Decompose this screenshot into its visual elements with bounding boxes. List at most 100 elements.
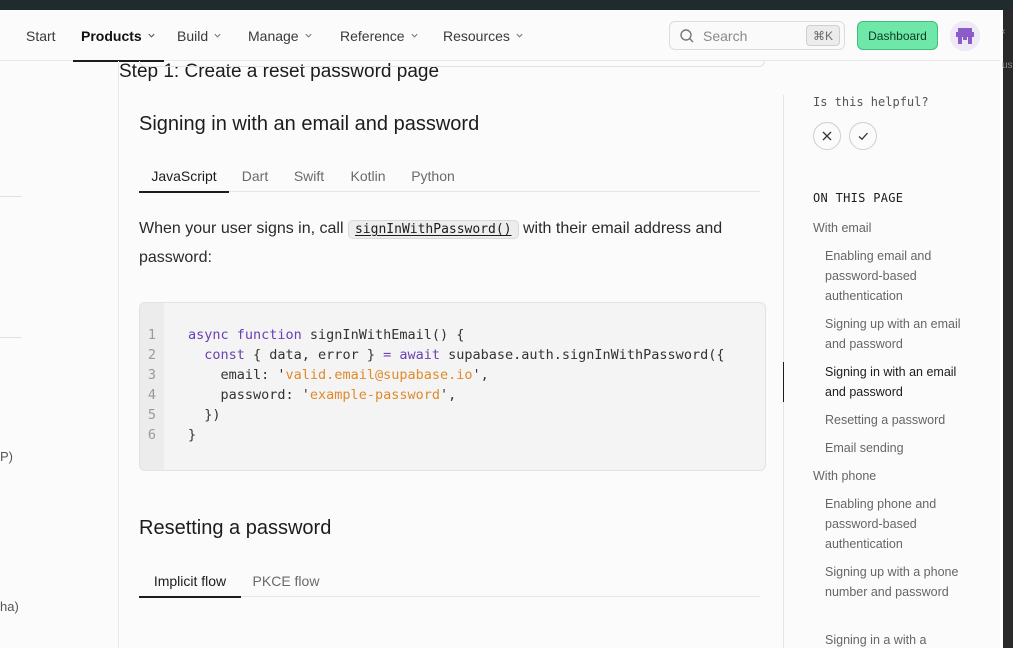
- code-token: const: [204, 347, 245, 363]
- dashboard-button[interactable]: Dashboard: [857, 21, 938, 50]
- code-text: }: [164, 427, 196, 447]
- helpful-label: Is this helpful?: [813, 95, 929, 109]
- nav-products[interactable]: Products: [73, 10, 164, 62]
- search-input[interactable]: Search ⌘K: [669, 21, 845, 50]
- code-token: }: [188, 427, 197, 443]
- toc-item-active[interactable]: Signing in with an email and password: [825, 362, 965, 402]
- nav-products-label: Products: [81, 27, 142, 44]
- search-shortcut: ⌘K: [805, 25, 840, 46]
- code-line: 1 async function signInWithEmail() {: [140, 327, 464, 347]
- code-token: ',: [439, 387, 457, 403]
- code-block: 1 async function signInWithEmail() {2 con…: [139, 302, 766, 471]
- nav-resources-label: Resources: [443, 27, 510, 44]
- flow-tabs: Implicit flow PKCE flow: [139, 565, 760, 598]
- nav-manage-label: Manage: [248, 27, 299, 44]
- tab-implicit-flow[interactable]: Implicit flow: [139, 565, 241, 598]
- code-token: signInWithEmail() {: [301, 327, 465, 343]
- chevron-left-icon: ‹: [1002, 26, 1006, 37]
- avatar[interactable]: [950, 21, 980, 51]
- code-token: { data, error }: [244, 347, 384, 363]
- toc-item[interactable]: With phone: [813, 466, 953, 486]
- inline-code-link[interactable]: signInWithPassword(): [347, 220, 519, 239]
- code-text: }): [164, 407, 221, 427]
- top-navigation: Start Products Build Manage Reference Re…: [0, 10, 1000, 62]
- line-number: 6: [147, 427, 157, 443]
- sidebar-item-fragment[interactable]: P): [0, 449, 13, 464]
- on-this-page-heading: ON THIS PAGE: [813, 191, 904, 205]
- toc-item[interactable]: Enabling phone and password-based authen…: [825, 494, 965, 554]
- tab-pkce-flow[interactable]: PKCE flow: [241, 565, 331, 597]
- code-line: 3 email: 'valid.email@supabase.io',: [140, 367, 489, 387]
- tab-javascript[interactable]: JavaScript: [139, 160, 229, 193]
- search-icon: [680, 28, 694, 42]
- code-token: email: ': [188, 367, 286, 383]
- nav-resources[interactable]: Resources: [443, 10, 524, 61]
- toc-item[interactable]: Resetting a password: [825, 410, 965, 430]
- edge-text-fragment: us: [1002, 60, 1013, 71]
- divider: [0, 337, 22, 338]
- toc-item[interactable]: Signing in a with a: [825, 630, 965, 648]
- instruction-paragraph: When your user signs in, call signInWith…: [139, 215, 759, 272]
- close-icon: [822, 131, 832, 141]
- not-helpful-button[interactable]: [813, 122, 841, 150]
- tab-python[interactable]: Python: [399, 160, 467, 192]
- section-heading: Resetting a password: [139, 517, 332, 539]
- toc-item[interactable]: Enabling email and password-based authen…: [825, 246, 965, 306]
- code-token: password: ': [188, 387, 310, 403]
- section-heading: Signing in with an email and password: [139, 113, 480, 135]
- code-text: email: 'valid.email@supabase.io',: [164, 367, 489, 387]
- nav-reference[interactable]: Reference: [340, 10, 419, 61]
- tab-swift[interactable]: Swift: [281, 160, 337, 192]
- code-text: async function signInWithEmail() {: [164, 327, 464, 347]
- left-sidebar: P) ha): [0, 61, 119, 648]
- toc-active-indicator: [783, 362, 784, 402]
- sidebar-item-fragment[interactable]: ha): [0, 599, 19, 614]
- code-token: }): [188, 407, 221, 423]
- main-content: Signing in with an email and password Ja…: [119, 61, 783, 648]
- window-border: [1000, 10, 1003, 648]
- nav-build-label: Build: [177, 27, 209, 44]
- previous-code-block: [139, 61, 765, 67]
- helpful-button[interactable]: [849, 122, 877, 150]
- line-number: 3: [147, 367, 157, 383]
- toc-item[interactable]: With email: [813, 218, 953, 238]
- line-number: 2: [147, 347, 157, 363]
- chevron-down-icon: [411, 33, 418, 38]
- avatar-icon: [950, 21, 980, 51]
- code-line: 4 password: 'example-password',: [140, 387, 456, 407]
- table-of-contents: Is this helpful? ON THIS PAGE With email…: [783, 95, 1000, 648]
- code-token: valid.email@supabase.io: [285, 367, 473, 383]
- code-token: example-password: [309, 387, 440, 403]
- nav-manage[interactable]: Manage: [248, 10, 313, 61]
- toc-item[interactable]: Email sending: [825, 438, 965, 458]
- code-text: password: 'example-password',: [164, 387, 457, 407]
- code-token: = await: [383, 347, 440, 363]
- nav-start[interactable]: Start: [26, 10, 56, 61]
- chevron-down-icon: [148, 33, 155, 38]
- language-tabs: JavaScript Dart Swift Kotlin Python: [139, 160, 760, 193]
- code-line: 2 const { data, error } = await supabase…: [140, 347, 725, 367]
- toc-item[interactable]: Signing up with a phone number and passw…: [825, 562, 965, 602]
- adjacent-window-edge: ‹ us: [1000, 10, 1013, 648]
- nav-build[interactable]: Build: [177, 10, 222, 61]
- check-icon: [858, 132, 868, 141]
- chevron-down-icon: [516, 33, 523, 38]
- divider: [0, 196, 22, 197]
- chevron-down-icon: [305, 33, 312, 38]
- code-line: 6}: [140, 427, 196, 447]
- code-token: async function: [188, 327, 302, 343]
- line-number: 4: [147, 387, 157, 403]
- chevron-down-icon: [214, 33, 221, 38]
- nav-reference-label: Reference: [340, 27, 405, 44]
- search-placeholder: Search: [703, 27, 748, 44]
- tab-kotlin[interactable]: Kotlin: [337, 160, 399, 192]
- nav-start-label: Start: [26, 27, 56, 44]
- code-token: supabase.auth.signInWithPassword({: [439, 347, 725, 363]
- code-line: 5 }): [140, 407, 221, 427]
- window-top-strip: [0, 0, 1013, 10]
- toc-item[interactable]: Signing up with an email and password: [825, 314, 965, 354]
- line-number: 1: [147, 327, 157, 343]
- tab-dart[interactable]: Dart: [229, 160, 281, 192]
- line-number: 5: [147, 407, 157, 423]
